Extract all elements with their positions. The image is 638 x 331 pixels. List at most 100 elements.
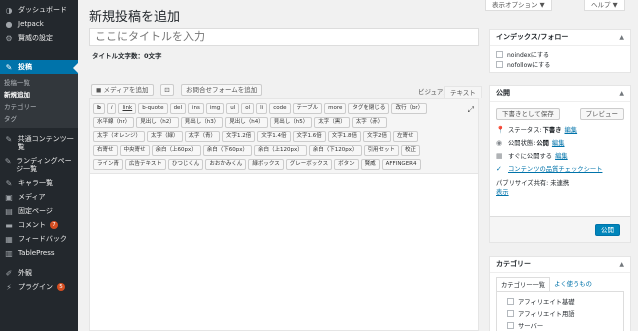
submenu-all-posts[interactable]: 投稿一覧 — [0, 77, 78, 89]
qt-button[interactable]: 引用セット — [363, 145, 400, 156]
fullscreen-expand-icon[interactable]: ⤢ — [468, 105, 474, 115]
edit-schedule-link[interactable]: 編集 — [555, 151, 568, 160]
qt-button[interactable]: 中央寄せ — [119, 145, 150, 156]
menu-label: 固定ページ — [18, 207, 53, 215]
pin-icon: 📍 — [496, 125, 505, 134]
category-item[interactable]: サーバー — [501, 319, 619, 331]
qt-button[interactable]: 広告テキスト — [125, 159, 166, 170]
nofollow-option[interactable]: nofollowにする — [490, 59, 630, 69]
quality-check-link[interactable]: コンテンツの品質チェックシート — [508, 164, 602, 173]
menu-dashboard[interactable]: ◑ ダッシュボード — [0, 3, 78, 17]
qt-button[interactable]: 文字1.6倍 — [292, 131, 326, 142]
qt-button[interactable]: テーブル — [292, 103, 323, 114]
menu-pages[interactable]: ▤ 固定ページ — [0, 204, 78, 218]
qt-button[interactable]: 校正 — [401, 145, 421, 156]
menu-jetpack[interactable]: ● Jetpack — [0, 17, 78, 31]
qt-button[interactable]: グレーボックス — [285, 159, 333, 170]
tab-all-categories[interactable]: カテゴリー一覧 — [496, 277, 551, 291]
qt-button[interactable]: タグを閉じる — [348, 103, 390, 114]
menu-posts[interactable]: ✎ 投稿 — [0, 60, 78, 74]
noindex-option[interactable]: noindexにする — [490, 49, 630, 59]
edit-visibility-link[interactable]: 編集 — [552, 138, 565, 147]
tab-most-used[interactable]: よく使うもの — [550, 277, 596, 291]
menu-tablepress[interactable]: ▥ TablePress — [0, 246, 78, 260]
menu-media[interactable]: ▣ メディア — [0, 190, 78, 204]
toggle-arrow-icon[interactable]: ▲ — [619, 257, 624, 272]
qt-button[interactable]: 水平線（hr） — [93, 117, 135, 128]
qt-button[interactable]: img — [205, 103, 225, 114]
post-content-textarea[interactable] — [90, 174, 478, 314]
submenu-tags[interactable]: タグ — [0, 113, 78, 125]
menu-comments[interactable]: ▬ コメント 7 — [0, 218, 78, 232]
qt-button[interactable]: AFFINGER4 — [381, 159, 421, 170]
preview-button[interactable]: プレビュー — [579, 108, 624, 120]
qt-button[interactable]: 見出し（h5） — [269, 117, 313, 128]
qt-button[interactable]: code — [269, 103, 291, 114]
qt-button[interactable]: 文字1.2倍 — [222, 131, 256, 142]
qt-button[interactable]: more — [324, 103, 347, 114]
post-title-input[interactable] — [89, 28, 479, 46]
qt-button[interactable]: 見出し（h2） — [136, 117, 179, 128]
qt-button[interactable]: 太字（赤） — [351, 117, 388, 128]
toggle-arrow-icon[interactable]: ▲ — [619, 86, 624, 101]
publicize-show-link[interactable]: 表示 — [496, 188, 624, 197]
qt-button[interactable]: おおかみくん — [205, 159, 247, 170]
qt-button[interactable]: b-quote — [138, 103, 168, 114]
qt-button[interactable]: 太字（オレンジ） — [93, 131, 146, 142]
qt-button[interactable]: 改行（br） — [391, 103, 428, 114]
add-contact-form-button[interactable]: お問合せフォームを追加 — [181, 84, 263, 96]
qt-button[interactable]: ul — [226, 103, 240, 114]
qt-button[interactable]: ボタン — [334, 159, 359, 170]
checkbox[interactable] — [496, 60, 503, 68]
qt-button[interactable]: ins — [187, 103, 204, 114]
qt-button[interactable]: 文字1.8倍 — [327, 131, 362, 142]
qt-button[interactable]: 余白（下120px） — [308, 145, 362, 156]
qt-button[interactable]: 賢威 — [360, 159, 380, 170]
qt-button[interactable]: 文字2倍 — [363, 131, 392, 142]
submenu-categories[interactable]: カテゴリー — [0, 101, 78, 113]
checkbox[interactable] — [496, 50, 503, 58]
qt-button[interactable]: li — [256, 103, 268, 114]
add-media-button[interactable]: ◼ メディアを追加 — [91, 84, 154, 96]
qt-button[interactable]: 右寄せ — [93, 145, 118, 156]
menu-feedback[interactable]: ▦ フィードバック — [0, 232, 78, 246]
qt-button[interactable]: 見出し（h3） — [180, 117, 224, 128]
screen-options-button[interactable]: 表示オプション ▼ — [485, 0, 552, 11]
qt-button[interactable]: ひつじくん — [167, 159, 204, 170]
qt-button[interactable]: 見出し（h4） — [225, 117, 268, 128]
checkbox[interactable] — [507, 297, 514, 305]
qt-button[interactable]: ライン青 — [93, 159, 124, 170]
checkbox[interactable] — [507, 309, 514, 317]
qt-button[interactable]: 余白（上120px） — [254, 145, 307, 156]
menu-plugins[interactable]: ⚡ プラグイン 5 — [0, 280, 78, 294]
qt-button[interactable]: b — [93, 103, 105, 114]
qt-button[interactable]: i — [106, 103, 117, 114]
menu-characters[interactable]: ✎ キャラ一覧 — [0, 176, 78, 190]
save-draft-button[interactable]: 下書きとして保存 — [496, 108, 560, 120]
qt-button[interactable]: del — [169, 103, 186, 114]
qt-button[interactable]: 文字1.4倍 — [257, 131, 291, 142]
qt-button[interactable]: 余白（下60px） — [202, 145, 253, 156]
qt-button[interactable]: 太字（青） — [184, 131, 221, 142]
qt-button[interactable]: 左寄せ — [393, 131, 418, 142]
edit-status-link[interactable]: 編集 — [565, 125, 578, 134]
menu-appearance[interactable]: ✐ 外観 — [0, 266, 78, 280]
menu-keni-settings[interactable]: ⚙ 賢威の設定 — [0, 31, 78, 45]
publish-button[interactable]: 公開 — [595, 224, 620, 236]
category-item[interactable]: アフィリエイト基礎 — [501, 295, 619, 307]
checkbox[interactable] — [507, 321, 514, 329]
qt-button[interactable]: 太字（黒） — [314, 117, 350, 128]
qt-button[interactable]: link — [118, 103, 137, 114]
tab-text[interactable]: テキスト — [444, 86, 482, 98]
menu-landing-pages[interactable]: ✎ ランディングページ一覧 — [0, 154, 78, 176]
toggle-arrow-icon[interactable]: ▲ — [619, 30, 624, 45]
qt-button[interactable]: 余白（上60px） — [151, 145, 201, 156]
submenu-add-new[interactable]: 新規追加 — [0, 89, 78, 101]
qt-button[interactable]: 緑ボックス — [248, 159, 284, 170]
qt-button[interactable]: ol — [241, 103, 255, 114]
contact-form-icon[interactable]: ⊡ — [160, 84, 174, 96]
help-button[interactable]: ヘルプ ▼ — [584, 0, 625, 11]
qt-button[interactable]: 太字（緑） — [147, 131, 183, 142]
category-item[interactable]: アフィリエイト用語 — [501, 307, 619, 319]
menu-common-contents[interactable]: ✎ 共通コンテンツ一覧 — [0, 132, 78, 154]
